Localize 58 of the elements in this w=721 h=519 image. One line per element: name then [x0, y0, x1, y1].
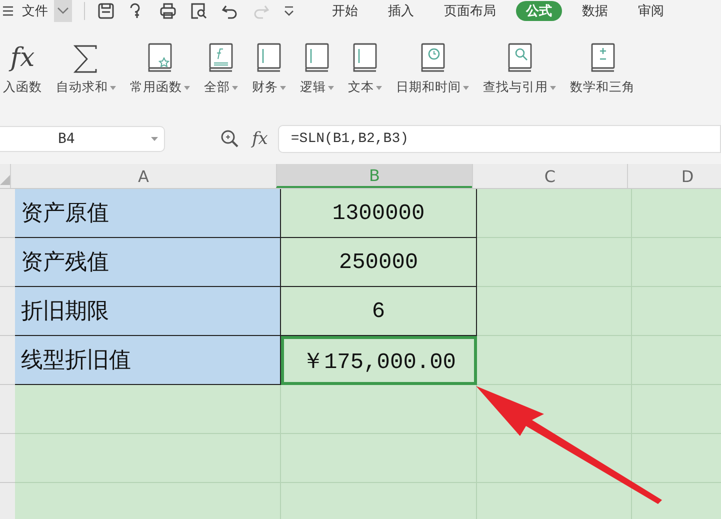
table-cell: 线型折旧值: [15, 336, 281, 385]
ribbon-button[interactable]: 数学和三角: [570, 79, 635, 96]
save-icon[interactable]: [97, 2, 115, 20]
ribbon-tab[interactable]: 公式: [516, 1, 562, 21]
caret-icon[interactable]: [328, 86, 334, 90]
ribbon-button[interactable]: 文本: [348, 79, 374, 96]
chevron-icon: [57, 7, 69, 15]
ribbon-tab[interactable]: 数据: [572, 1, 618, 21]
table-cell: 资产原值: [15, 189, 281, 238]
table-cell: 折旧期限: [15, 287, 281, 336]
caret-icon[interactable]: [151, 137, 158, 141]
ribbon-button[interactable]: 入函数: [3, 79, 42, 96]
dropdown-button[interactable]: [54, 0, 72, 22]
ribbon-button[interactable]: 全部: [204, 79, 230, 96]
caret-icon[interactable]: [184, 86, 190, 90]
ribbon-button[interactable]: 日期和时间: [396, 79, 461, 96]
caret-icon[interactable]: [550, 86, 556, 90]
zoom-icon[interactable]: [220, 129, 240, 149]
table-cell: 资产残值: [15, 238, 281, 287]
ribbon-button[interactable]: 常用函数: [130, 79, 182, 96]
column-header[interactable]: D: [627, 164, 721, 188]
caret-icon[interactable]: [110, 86, 116, 90]
ribbon-button[interactable]: 逻辑: [300, 79, 326, 96]
file-menu[interactable]: 文件: [22, 2, 48, 20]
ribbon-tab[interactable]: 页面布局: [434, 1, 506, 21]
function-icon[interactable]: fx: [252, 129, 268, 149]
book-icon[interactable]: [208, 43, 234, 73]
name-box[interactable]: B4: [0, 126, 165, 152]
print-preview-icon[interactable]: [190, 2, 208, 20]
customize-icon[interactable]: [283, 5, 295, 17]
caret-icon[interactable]: [376, 86, 382, 90]
table-cell: 1300000: [281, 189, 477, 238]
book-icon[interactable]: [420, 43, 446, 73]
sigma-icon[interactable]: [73, 45, 99, 73]
table-cell: 6: [281, 287, 477, 336]
ribbon-button[interactable]: 查找与引用: [483, 79, 548, 96]
book-icon[interactable]: [147, 43, 173, 73]
book-icon[interactable]: [304, 43, 330, 73]
ribbon-button[interactable]: 自动求和: [56, 79, 108, 96]
ribbon-tab[interactable]: 插入: [378, 1, 424, 21]
print-icon[interactable]: [159, 2, 177, 20]
table-cell: ￥175,000.00: [281, 336, 477, 385]
column-header[interactable]: C: [472, 164, 627, 188]
formula-field[interactable]: =SLN(B1,B2,B3): [278, 125, 721, 153]
book-icon[interactable]: [506, 43, 532, 73]
menu-icon[interactable]: [2, 5, 14, 17]
ribbon-tab[interactable]: 开始: [322, 1, 368, 21]
ribbon-tab[interactable]: 审阅: [628, 1, 674, 21]
table-cell: 250000: [281, 238, 477, 287]
caret-icon[interactable]: [280, 86, 286, 90]
book-icon[interactable]: [352, 43, 378, 73]
caret-icon[interactable]: [232, 86, 238, 90]
book-icon[interactable]: [590, 43, 616, 73]
caret-icon[interactable]: [463, 86, 469, 90]
ribbon-button[interactable]: 财务: [252, 79, 278, 96]
function-icon[interactable]: fx: [10, 43, 35, 73]
select-all-icon[interactable]: [0, 175, 10, 185]
book-icon[interactable]: [256, 43, 282, 73]
